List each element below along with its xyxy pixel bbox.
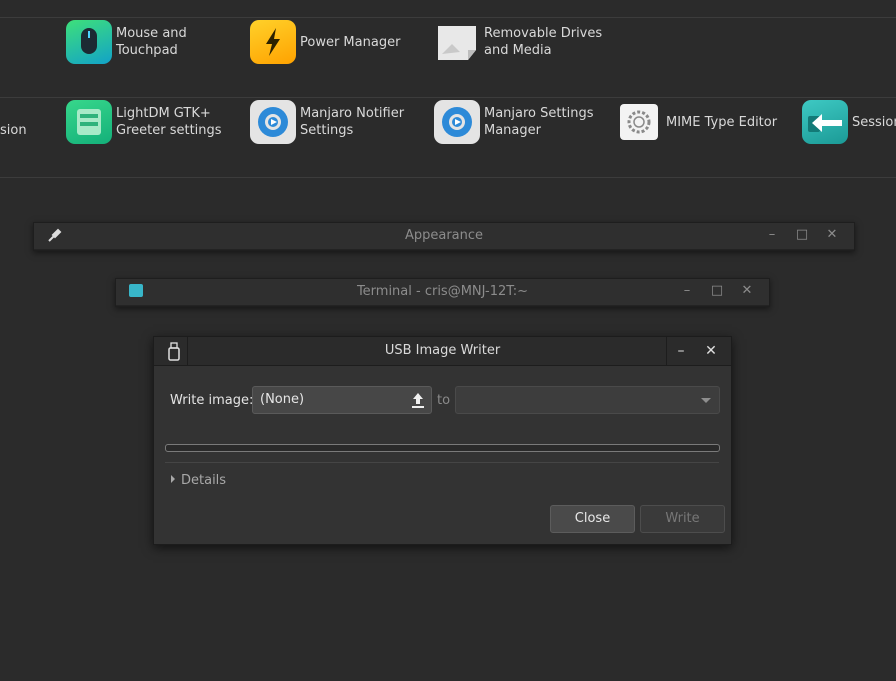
mouse-touchpad-item[interactable]: Mouse and Touchpad: [66, 20, 187, 64]
session-icon: [802, 100, 848, 144]
terminal-titlebar[interactable]: Terminal - cris@MNJ-12T:~ – □ ✕: [116, 279, 769, 306]
mime-type-editor-item[interactable]: MIME Type Editor: [620, 104, 777, 140]
manjaro-settings-item[interactable]: Manjaro Settings Manager: [434, 100, 593, 144]
target-device-dropdown[interactable]: [455, 386, 720, 414]
item-label: Removable Drives and Media: [484, 26, 603, 58]
terminal-window: Terminal - cris@MNJ-12T:~ – □ ✕: [115, 278, 770, 307]
mouse-icon: [66, 20, 112, 64]
manjaro-settings-icon: [434, 100, 480, 144]
item-label: Power Manager: [300, 34, 401, 50]
maximize-button[interactable]: □: [708, 282, 726, 300]
maximize-button[interactable]: □: [793, 226, 811, 244]
manjaro-notifier-item[interactable]: Manjaro Notifier Settings: [250, 100, 404, 144]
session-startup-item-fragment[interactable]: sion: [0, 123, 27, 138]
write-image-label: Write image:: [170, 393, 254, 408]
removable-drives-item[interactable]: Removable Drives and Media: [434, 20, 602, 64]
lightdm-icon: [66, 100, 112, 144]
item-label: Mouse and Touchpad: [116, 26, 187, 58]
minimize-button[interactable]: –: [678, 282, 696, 300]
minimize-button[interactable]: –: [763, 226, 781, 244]
close-button[interactable]: Close: [550, 505, 635, 533]
progress-bar: [165, 444, 720, 452]
dialog-titlebar[interactable]: USB Image Writer – ✕: [154, 337, 731, 366]
chevron-down-icon: [700, 394, 712, 409]
write-button[interactable]: Write: [640, 505, 725, 533]
item-label: LightDM GTK+ Greeter settings: [116, 106, 222, 138]
item-label: Manjaro Settings Manager: [484, 106, 594, 138]
removable-drives-icon: [434, 20, 480, 64]
mime-type-icon: [620, 104, 658, 140]
upload-icon: [411, 391, 425, 413]
item-label: MIME Type Editor: [666, 114, 778, 130]
window-title: Terminal - cris@MNJ-12T:~: [356, 284, 529, 299]
lightdm-greeter-item[interactable]: LightDM GTK+ Greeter settings: [66, 100, 222, 144]
to-label: to: [437, 393, 451, 408]
chevron-right-icon: [170, 473, 176, 488]
item-label: Manjaro Notifier Settings: [300, 106, 405, 138]
settings-manager: Mouse and Touchpad Power Manager Removab…: [0, 0, 896, 178]
power-manager-item[interactable]: Power Manager: [250, 20, 400, 64]
usb-image-writer-dialog: USB Image Writer – ✕ Write image: (None)…: [153, 336, 732, 545]
close-button[interactable]: ✕: [701, 341, 721, 361]
details-label: Details: [181, 473, 227, 488]
close-button[interactable]: ✕: [738, 282, 756, 300]
details-divider: [165, 462, 719, 463]
item-label: Session: [852, 114, 896, 130]
session-item[interactable]: Session: [802, 100, 896, 144]
window-title: Appearance: [404, 228, 484, 243]
minimize-button[interactable]: –: [671, 341, 691, 361]
details-expander[interactable]: Details: [170, 473, 226, 488]
manjaro-notifier-icon: [250, 100, 296, 144]
appearance-titlebar[interactable]: Appearance – □ ✕: [34, 223, 854, 250]
power-manager-icon: [250, 20, 296, 64]
close-button[interactable]: ✕: [823, 226, 841, 244]
image-file-value: (None): [260, 392, 305, 407]
dialog-title: USB Image Writer: [384, 343, 501, 358]
appearance-window: Appearance – □ ✕: [33, 222, 855, 251]
image-file-chooser[interactable]: (None): [252, 386, 432, 414]
